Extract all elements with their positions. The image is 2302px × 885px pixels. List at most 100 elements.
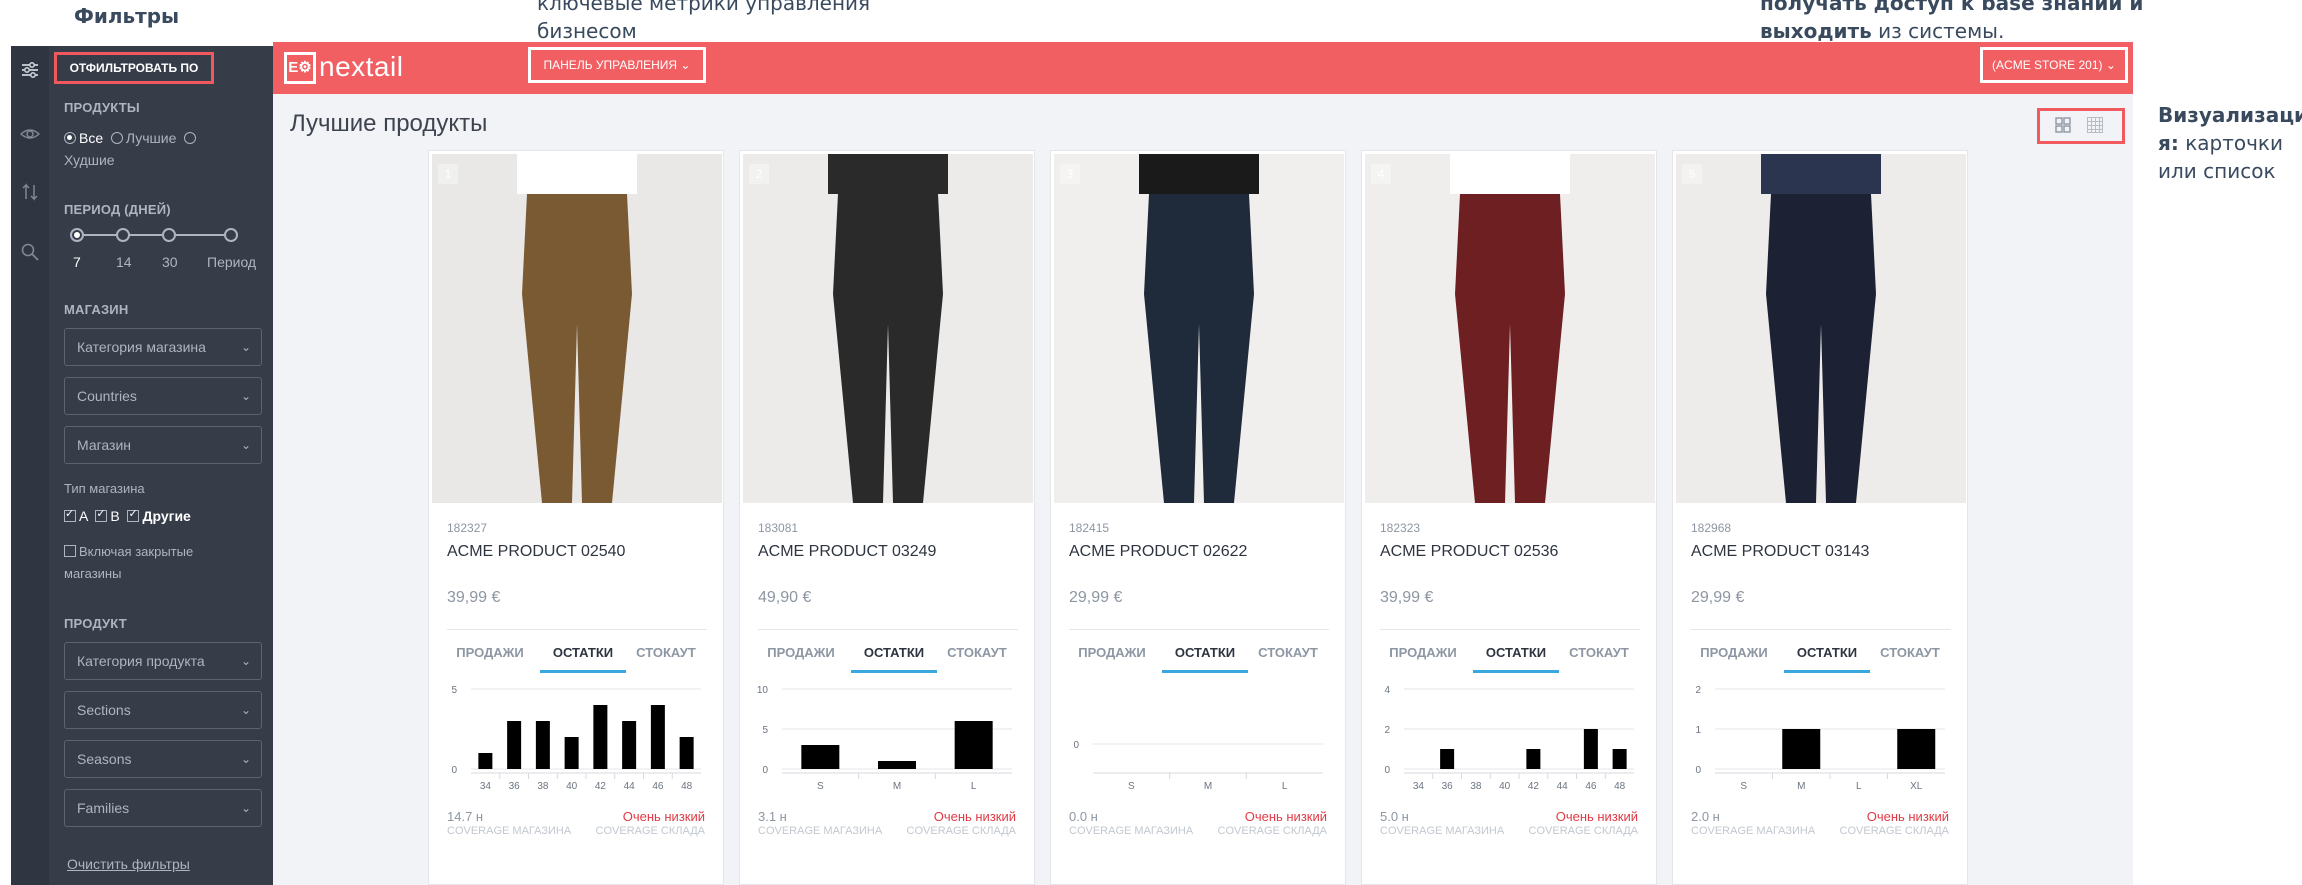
product-image[interactable]: 2: [743, 104, 1033, 503]
y-tick-label: 2: [1384, 725, 1390, 736]
coverage-status: Очень низкий: [1866, 809, 1949, 824]
chevron-down-icon: ⌄: [2105, 58, 2116, 72]
tab-stockout[interactable]: СТОКАУТ: [1556, 645, 1642, 660]
list-view-icon[interactable]: [2086, 117, 2104, 135]
store-menu-button[interactable]: (ACME STORE 201) ⌄: [1980, 47, 2128, 83]
tab-stock[interactable]: ОСТАТКИ: [540, 645, 626, 660]
clear-filters-link[interactable]: Очистить фильтры: [67, 856, 190, 872]
product-image[interactable]: 5: [1676, 104, 1966, 503]
product-category-select[interactable]: Категория продукта ⌄: [64, 642, 262, 680]
x-tick-label: 44: [624, 781, 636, 792]
annotation-metrics-line2: бизнесом: [537, 19, 637, 43]
store-value: Магазин: [77, 437, 132, 453]
view-toggle: [2037, 108, 2125, 144]
type-other-checkbox[interactable]: Другие: [127, 507, 191, 524]
radio-all[interactable]: Все: [64, 130, 103, 146]
tab-sales[interactable]: ПРОДАЖИ: [1380, 645, 1466, 660]
card-tabs: ПРОДАЖИ ОСТАТКИ СТОКАУТ: [1069, 629, 1329, 673]
product-card[interactable]: 1 182327 ACME PRODUCT 02540 39,99 € ПРОД…: [428, 104, 724, 885]
period-option-custom[interactable]: Период: [207, 254, 256, 270]
period-dot-14[interactable]: [116, 228, 130, 242]
include-closed-checkbox[interactable]: Включая закрытые: [64, 544, 193, 559]
include-closed-label-2: магазины: [64, 566, 122, 581]
coverage-warehouse-label: COVERAGE СКЛАДА: [1217, 825, 1327, 837]
card-tabs: ПРОДАЖИ ОСТАТКИ СТОКАУТ: [1691, 629, 1951, 673]
period-filter-label: ПЕРИОД (ДНЕЙ): [64, 202, 171, 217]
radio-best-dot[interactable]: [110, 132, 123, 144]
seasons-value: Seasons: [77, 751, 132, 767]
product-name: ACME PRODUCT 02622: [1069, 543, 1248, 560]
period-option-7[interactable]: 7: [73, 254, 81, 270]
product-image[interactable]: 4: [1365, 104, 1655, 503]
tab-sales[interactable]: ПРОДАЖИ: [758, 645, 844, 660]
tab-stockout[interactable]: СТОКАУТ: [623, 645, 709, 660]
tab-sales[interactable]: ПРОДАЖИ: [447, 645, 533, 660]
type-a-checkbox[interactable]: A: [64, 507, 88, 524]
bar: [564, 737, 579, 769]
tab-stock[interactable]: ОСТАТКИ: [1784, 645, 1870, 660]
radio-best[interactable]: Лучшие: [110, 130, 177, 146]
include-closed-box[interactable]: [64, 545, 76, 557]
y-tick-label: 1: [1695, 725, 1701, 736]
seasons-select[interactable]: Seasons ⌄: [64, 740, 262, 778]
period-option-30[interactable]: 30: [162, 254, 178, 270]
radio-all-dot[interactable]: [64, 132, 76, 144]
tab-stockout[interactable]: СТОКАУТ: [1867, 645, 1953, 660]
x-tick-label: M: [893, 781, 901, 792]
chevron-down-icon: ⌄: [680, 58, 691, 72]
tab-stock[interactable]: ОСТАТКИ: [1162, 645, 1248, 660]
sections-select[interactable]: Sections ⌄: [64, 691, 262, 729]
product-card[interactable]: 2 183081 ACME PRODUCT 03249 49,90 € ПРОД…: [739, 104, 1035, 885]
families-select[interactable]: Families ⌄: [64, 789, 262, 827]
period-option-14[interactable]: 14: [116, 254, 132, 270]
product-image[interactable]: 1: [432, 104, 722, 503]
x-tick-label: 38: [1470, 781, 1482, 792]
chevron-down-icon: ⌄: [240, 438, 251, 452]
y-tick-label: 0: [1073, 740, 1079, 751]
product-image[interactable]: 3: [1054, 104, 1344, 503]
product-card[interactable]: 4 182323 ACME PRODUCT 02536 39,99 € ПРОД…: [1361, 104, 1657, 885]
coverage-status: Очень низкий: [1244, 809, 1327, 824]
type-b-box[interactable]: [95, 507, 108, 522]
search-icon[interactable]: [19, 242, 41, 264]
x-tick-label: 36: [509, 781, 521, 792]
tab-stock[interactable]: ОСТАТКИ: [1473, 645, 1559, 660]
annotation-view-line1: Визуализаци: [2158, 103, 2302, 127]
dashboard-menu-button[interactable]: ПАНЕЛЬ УПРАВЛЕНИЯ ⌄: [528, 47, 706, 83]
bar: [1782, 729, 1821, 769]
countries-value: Countries: [77, 388, 137, 404]
sort-arrows-icon[interactable]: [19, 182, 41, 204]
period-dot-7[interactable]: [70, 228, 84, 242]
radio-worst-dot[interactable]: [184, 132, 197, 144]
product-card[interactable]: 5 182968 ACME PRODUCT 03143 29,99 € ПРОД…: [1672, 104, 1968, 885]
sliders-icon[interactable]: [19, 60, 41, 82]
product-card[interactable]: 3 182415 ACME PRODUCT 02622 29,99 € ПРОД…: [1050, 104, 1346, 885]
store-select[interactable]: Магазин ⌄: [64, 426, 262, 464]
product-id: 182327: [447, 521, 488, 535]
period-dot-custom[interactable]: [224, 228, 238, 242]
products-radio-group: Все Лучшие: [64, 130, 199, 146]
tab-sales[interactable]: ПРОДАЖИ: [1069, 645, 1155, 660]
coverage-status: Очень низкий: [933, 809, 1016, 824]
tab-stockout[interactable]: СТОКАУТ: [934, 645, 1020, 660]
filter-by-button[interactable]: ОТФИЛЬТРОВАТЬ ПО: [54, 52, 214, 84]
chevron-down-icon: ⌄: [240, 752, 251, 766]
radio-best-label: Лучшие: [125, 130, 177, 146]
bar: [1612, 749, 1627, 769]
countries-select[interactable]: Countries ⌄: [64, 377, 262, 415]
grid-view-icon[interactable]: [2054, 117, 2072, 135]
tab-stockout[interactable]: СТОКАУТ: [1245, 645, 1331, 660]
store-category-select[interactable]: Категория магазина ⌄: [64, 328, 262, 366]
period-dot-30[interactable]: [162, 228, 176, 242]
tab-stock[interactable]: ОСТАТКИ: [851, 645, 937, 660]
type-other-box[interactable]: [127, 507, 140, 522]
tab-sales[interactable]: ПРОДАЖИ: [1691, 645, 1777, 660]
radio-worst-label[interactable]: Худшие: [64, 152, 115, 168]
x-tick-label: 34: [480, 781, 492, 792]
type-a-box[interactable]: [64, 507, 76, 522]
x-tick-label: XL: [1910, 781, 1923, 792]
store-coverage-value: 0.0 н: [1069, 809, 1098, 824]
eye-icon[interactable]: [19, 124, 41, 146]
type-b-checkbox[interactable]: B: [95, 507, 120, 524]
x-tick-label: 34: [1413, 781, 1425, 792]
